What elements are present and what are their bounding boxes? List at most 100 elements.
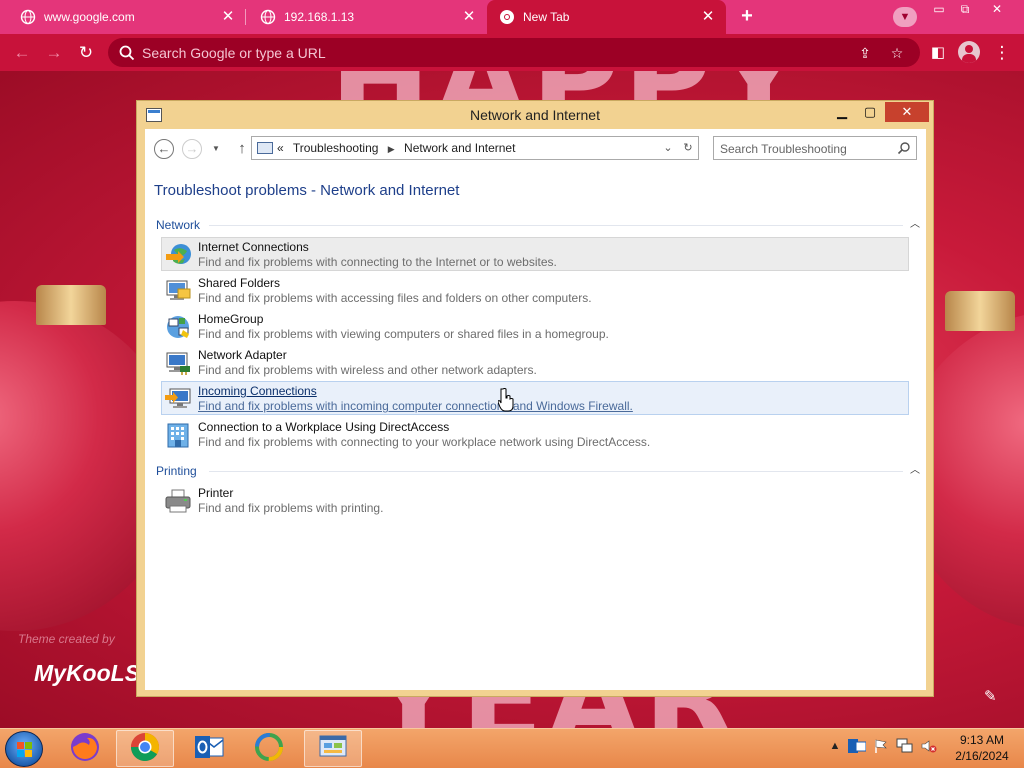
close-tab-icon[interactable]: ✕: [461, 9, 477, 25]
taskbar-control-panel[interactable]: [304, 730, 362, 767]
internet-connections-icon: [164, 241, 192, 269]
search-box[interactable]: Search Troubleshooting: [713, 136, 917, 160]
show-hidden-icons-chevron-icon[interactable]: ▲: [826, 737, 844, 755]
action-center-flag-icon[interactable]: [872, 737, 890, 755]
taskbar-outlook[interactable]: [180, 730, 238, 767]
item-description: Find and fix problems with connecting to…: [198, 435, 651, 449]
clock-time: 9:13 AM: [959, 733, 1005, 747]
kebab-menu-icon[interactable]: ⋮: [990, 41, 1014, 65]
taskbar-firefox[interactable]: [56, 730, 114, 767]
taskbar-windows-live[interactable]: [240, 730, 298, 767]
browser-toolbar: ← → ↻ Search Google or type a URL ⇪ ☆ ◧ …: [0, 34, 1024, 71]
tab-router[interactable]: 192.168.1.13 ✕: [246, 0, 487, 34]
search-icon[interactable]: [897, 141, 911, 155]
directaccess-icon: [164, 421, 192, 449]
printer-icon: [164, 487, 192, 515]
breadcrumb: « Troubleshooting ▶ Network and Internet: [277, 141, 521, 155]
item-name: HomeGroup: [198, 312, 264, 326]
minimize-icon[interactable]: ▁: [829, 102, 855, 122]
volume-muted-icon[interactable]: [920, 737, 938, 755]
taskbar-chrome[interactable]: [116, 730, 174, 767]
shared-folders-icon: [164, 277, 192, 305]
firefox-icon: [69, 731, 101, 766]
close-icon[interactable]: ✕: [885, 102, 929, 122]
breadcrumb-troubleshooting[interactable]: Troubleshooting: [293, 141, 379, 155]
system-clock[interactable]: 9:13 AM 2/16/2024: [942, 732, 1022, 764]
troubleshooter-homegroup[interactable]: HomeGroup Find and fix problems with vie…: [161, 309, 909, 343]
item-name: Incoming Connections: [198, 384, 317, 398]
breadcrumb-separator-icon[interactable]: ▶: [388, 144, 395, 154]
item-name: Internet Connections: [198, 240, 309, 254]
group-header-printing: Printing: [156, 464, 197, 478]
start-button[interactable]: [5, 731, 43, 767]
maximize-icon[interactable]: ▢: [857, 102, 883, 122]
close-tab-icon[interactable]: ✕: [700, 9, 716, 25]
group-divider: [209, 471, 903, 472]
chrome-icon: [129, 731, 161, 766]
close-tab-icon[interactable]: ✕: [220, 9, 236, 25]
share-icon[interactable]: ⇪: [856, 44, 874, 62]
close-window-icon[interactable]: ✕: [986, 1, 1008, 17]
item-name: Shared Folders: [198, 276, 281, 290]
browser-tab-strip: www.google.com ✕ 192.168.1.13 ✕ New Tab …: [0, 0, 1024, 34]
tab-google[interactable]: www.google.com ✕: [0, 0, 246, 34]
item-name: Network Adapter: [198, 348, 287, 362]
bookmark-star-icon[interactable]: ☆: [888, 44, 906, 62]
taskbar: ▲ 9:13 AM 2/16/2024: [0, 728, 1024, 768]
troubleshooter-shared-folders[interactable]: Shared Folders Find and fix problems wit…: [161, 273, 909, 307]
profile-avatar-icon[interactable]: [958, 41, 980, 63]
theme-brand: MyKooLS: [34, 660, 141, 686]
outlook-tray-icon[interactable]: [848, 737, 866, 755]
item-name: Printer: [198, 486, 234, 500]
troubleshooter-directaccess[interactable]: Connection to a Workplace Using DirectAc…: [161, 417, 909, 451]
control-panel-icon: [257, 142, 273, 154]
tab-label: www.google.com: [44, 10, 135, 24]
address-history-chevron-icon[interactable]: ⌄: [660, 140, 676, 156]
customize-pencil-icon[interactable]: ✎: [984, 687, 997, 705]
omnibox[interactable]: Search Google or type a URL ⇪ ☆: [108, 38, 920, 67]
new-tab-button[interactable]: +: [734, 5, 760, 29]
tab-new-tab[interactable]: New Tab ✕: [487, 0, 726, 34]
back-icon[interactable]: ←: [154, 139, 174, 159]
item-description: Find and fix problems with connecting to…: [198, 255, 557, 269]
window-client-area: ← → ▼ ↑ « Troubleshooting ▶ Network and …: [145, 129, 926, 690]
refresh-icon[interactable]: ↻: [680, 140, 696, 156]
troubleshooter-incoming-connections[interactable]: Incoming Connections Find and fix proble…: [161, 381, 909, 415]
restore-icon[interactable]: ⧉: [954, 1, 976, 17]
page-title: Troubleshoot problems - Network and Inte…: [154, 182, 460, 199]
tab-label: 192.168.1.13: [284, 10, 355, 24]
recent-pages-chevron-icon[interactable]: ▼: [212, 144, 222, 154]
breadcrumb-network-and-internet[interactable]: Network and Internet: [404, 141, 515, 155]
item-name: Connection to a Workplace Using DirectAc…: [198, 420, 450, 434]
breadcrumb-overflow[interactable]: «: [277, 141, 284, 155]
item-description: Find and fix problems with wireless and …: [198, 363, 537, 377]
troubleshooter-printer[interactable]: Printer Find and fix problems with print…: [161, 483, 909, 517]
troubleshooter-internet-connections[interactable]: Internet Connections Find and fix proble…: [161, 237, 909, 271]
address-bar[interactable]: « Troubleshooting ▶ Network and Internet…: [251, 136, 699, 160]
item-description: Find and fix problems with viewing compu…: [198, 327, 609, 341]
clock-date: 2/16/2024: [955, 749, 1009, 763]
search-icon: [118, 44, 136, 62]
back-arrow-icon[interactable]: ←: [10, 41, 34, 65]
reload-icon[interactable]: ↻: [74, 41, 98, 65]
forward-icon[interactable]: →: [182, 139, 202, 159]
network-adapter-icon: [164, 349, 192, 377]
forward-arrow-icon[interactable]: →: [42, 41, 66, 65]
collapse-chevron-up-icon[interactable]: ︿: [909, 465, 921, 477]
up-arrow-icon[interactable]: ↑: [233, 139, 251, 159]
chrome-icon: [499, 9, 515, 25]
minimize-icon[interactable]: ▭: [928, 1, 950, 17]
hand-pointer-cursor-icon: [497, 388, 514, 412]
collapse-chevron-up-icon[interactable]: ︿: [909, 219, 921, 231]
theme-credit: Theme created by: [18, 632, 115, 646]
side-panel-icon[interactable]: ◧: [926, 41, 950, 65]
tab-search-chevron-icon[interactable]: ▼: [893, 7, 917, 27]
ornament-cap: [36, 285, 106, 325]
group-divider: [209, 225, 903, 226]
troubleshooter-network-adapter[interactable]: Network Adapter Find and fix problems wi…: [161, 345, 909, 379]
window-title: Network and Internet: [470, 107, 600, 123]
network-tray-icon[interactable]: [896, 737, 914, 755]
troubleshooting-window: Network and Internet ▁ ▢ ✕ ← → ▼ ↑ « Tro…: [136, 100, 934, 697]
incoming-connections-icon: [164, 385, 192, 413]
ornament-cap: [945, 291, 1015, 331]
